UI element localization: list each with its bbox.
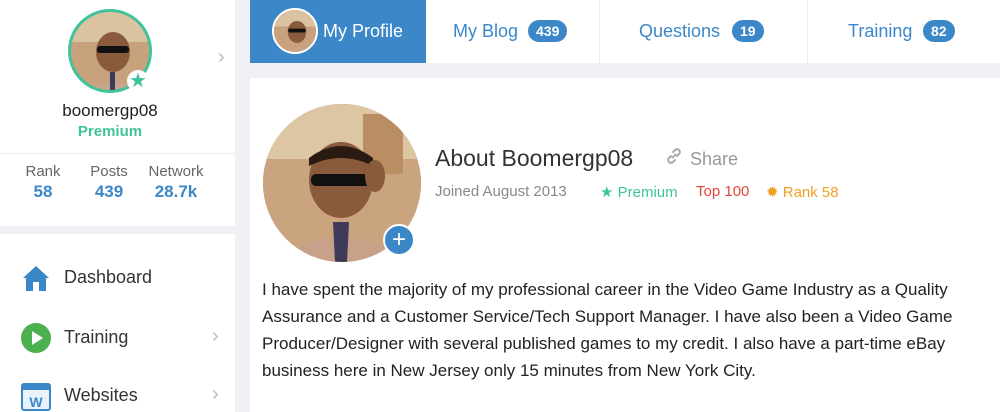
- tab-my-blog[interactable]: My Blog 439: [426, 0, 600, 63]
- premium-star-icon: ★: [127, 70, 149, 92]
- sidebar-item-label: Training: [64, 327, 129, 347]
- share-label: Share: [690, 149, 739, 169]
- play-icon: [21, 323, 51, 353]
- stat-value: 28.7k: [154, 182, 198, 201]
- sidebar-item-dashboard[interactable]: Dashboard: [0, 256, 235, 304]
- rank-label: Rank 58: [782, 184, 839, 201]
- premium-label: Premium: [617, 184, 678, 201]
- tab-label: Training: [848, 21, 913, 41]
- sidebar-item-label: Websites: [64, 385, 138, 405]
- tab-label: My Profile: [323, 21, 404, 41]
- share-button[interactable]: Share: [665, 147, 738, 170]
- divider: [0, 153, 235, 154]
- stat-rank[interactable]: Rank 58: [16, 163, 70, 202]
- star-icon: ★: [600, 184, 614, 201]
- stat-network[interactable]: Network 28.7k: [144, 163, 208, 202]
- premium-badge: ★ Premium: [600, 183, 678, 201]
- joined-date: Joined August 2013: [435, 183, 567, 200]
- svg-text:W: W: [29, 394, 43, 410]
- websites-icon: W: [21, 383, 51, 411]
- link-icon: [665, 147, 685, 170]
- profile-username: boomergp08: [62, 101, 158, 120]
- sidebar-item-websites[interactable]: W Websites ›: [0, 374, 235, 412]
- sidebar-item-training[interactable]: Training ›: [0, 316, 235, 364]
- about-title: About Boomergp08: [435, 145, 634, 171]
- tab-training[interactable]: Training 82: [808, 0, 1000, 63]
- sidebar-nav: Dashboard Training › W Websites ›: [0, 234, 235, 412]
- stat-posts[interactable]: Posts 439: [82, 163, 136, 202]
- stat-label: Posts: [90, 163, 128, 180]
- top-badge: Top 100: [696, 183, 750, 200]
- tab-label: Questions: [639, 21, 721, 41]
- home-icon: [23, 266, 49, 291]
- profile-card: ★ › boomergp08 Premium Rank 58 Posts 439…: [0, 0, 235, 226]
- tab-badge: 82: [923, 20, 955, 42]
- tab-badge: 19: [732, 20, 764, 42]
- membership-badge: Premium: [77, 123, 143, 140]
- about-card: + About Boomergp08 Share Joined August 2…: [250, 78, 1000, 412]
- sun-icon: ✹: [766, 184, 779, 201]
- tab-my-profile[interactable]: My Profile: [250, 0, 426, 63]
- chevron-right-icon[interactable]: ›: [218, 46, 225, 69]
- avatar: [272, 8, 318, 54]
- tab-questions[interactable]: Questions 19: [600, 0, 808, 63]
- chevron-right-icon[interactable]: ›: [212, 383, 219, 406]
- stat-value: 439: [94, 182, 124, 201]
- tab-label: My Blog: [453, 21, 519, 41]
- stat-value: 58: [33, 182, 53, 201]
- profile-bio: I have spent the majority of my professi…: [262, 280, 953, 380]
- tab-badge: 439: [528, 20, 568, 42]
- rank-badge: ✹ Rank 58: [766, 183, 839, 201]
- stat-label: Network: [148, 163, 204, 180]
- profile-tabs: My Profile My Blog 439 Questions 19 Trai…: [250, 0, 1000, 63]
- chevron-right-icon[interactable]: ›: [212, 325, 219, 348]
- add-photo-button[interactable]: +: [383, 224, 415, 256]
- stat-label: Rank: [25, 163, 61, 180]
- sidebar-item-label: Dashboard: [64, 267, 153, 287]
